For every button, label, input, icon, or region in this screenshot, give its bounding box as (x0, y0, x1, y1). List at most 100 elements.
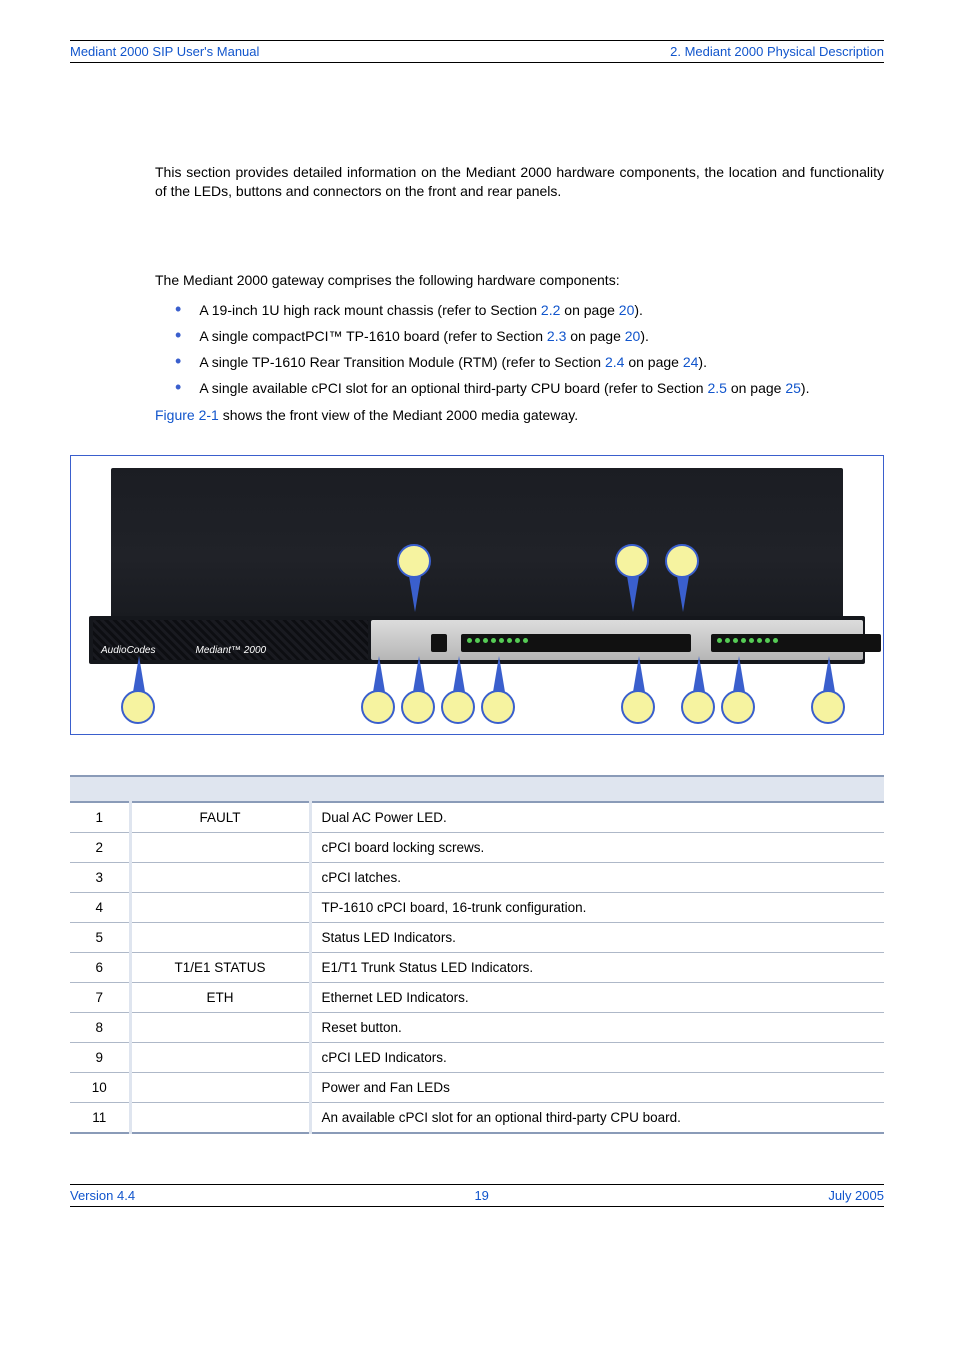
figure-reference: Figure 2-1 shows the front view of the M… (155, 406, 884, 425)
callout-marker-icon (397, 544, 431, 578)
row-num: 6 (70, 952, 130, 982)
table-header (310, 776, 884, 802)
callout-marker-icon (811, 690, 845, 724)
bullet-text: A single available cPCI slot for an opti… (199, 380, 809, 396)
callout-arrow-icon (733, 656, 745, 692)
row-num: 9 (70, 1042, 130, 1072)
table-row: 6T1/E1 STATUSE1/T1 Trunk Status LED Indi… (70, 952, 884, 982)
row-desc: TP-1610 cPCI board, 16-trunk configurati… (310, 892, 884, 922)
page-link[interactable]: 24 (683, 354, 699, 370)
bullet-item: • A 19-inch 1U high rack mount chassis (… (155, 302, 884, 318)
row-desc: Status LED Indicators. (310, 922, 884, 952)
bullet-item: • A single compactPCI™ TP-1610 board (re… (155, 328, 884, 344)
figure-link[interactable]: Figure 2-1 (155, 407, 219, 423)
row-label (130, 892, 310, 922)
bullet-text: A 19-inch 1U high rack mount chassis (re… (199, 302, 643, 318)
bullet-item: • A single available cPCI slot for an op… (155, 380, 884, 396)
row-label: T1/E1 STATUS (130, 952, 310, 982)
table-row: 11 An available cPCI slot for an optional… (70, 1102, 884, 1133)
callout-marker-icon (681, 690, 715, 724)
row-desc: Dual AC Power LED. (310, 802, 884, 833)
callout-arrow-icon (373, 656, 385, 692)
footer-center: 19 (474, 1188, 488, 1203)
component-table: 1FAULTDual AC Power LED. 2 cPCI board loc… (70, 775, 884, 1134)
row-label: ETH (130, 982, 310, 1012)
row-num: 3 (70, 862, 130, 892)
bullet-item: • A single TP-1610 Rear Transition Modul… (155, 354, 884, 370)
table-row: 3 cPCI latches. (70, 862, 884, 892)
bullet-icon: • (175, 380, 181, 394)
table-row: 4 TP-1610 cPCI board, 16-trunk configurat… (70, 892, 884, 922)
row-desc: cPCI LED Indicators. (310, 1042, 884, 1072)
panel-segment (461, 634, 691, 652)
table-row: 7ETHEthernet LED Indicators. (70, 982, 884, 1012)
header-left: Mediant 2000 SIP User's Manual (70, 44, 259, 59)
callout-arrow-icon (133, 656, 145, 692)
led-row-icon (717, 638, 778, 643)
page-header: Mediant 2000 SIP User's Manual 2. Median… (70, 40, 884, 63)
row-num: 4 (70, 892, 130, 922)
row-label: FAULT (130, 802, 310, 833)
page-link[interactable]: 20 (619, 302, 635, 318)
section-link[interactable]: 2.2 (541, 302, 560, 318)
row-num: 11 (70, 1102, 130, 1133)
panel-segment (711, 634, 881, 652)
bullet-text: A single compactPCI™ TP-1610 board (refe… (199, 328, 649, 344)
table-row: 2 cPCI board locking screws. (70, 832, 884, 862)
row-desc: cPCI board locking screws. (310, 832, 884, 862)
section-link[interactable]: 2.5 (707, 380, 726, 396)
header-right: 2. Mediant 2000 Physical Description (670, 44, 884, 59)
callout-arrow-icon (409, 576, 421, 612)
row-label (130, 832, 310, 862)
row-desc: An available cPCI slot for an optional t… (310, 1102, 884, 1133)
row-num: 7 (70, 982, 130, 1012)
callout-arrow-icon (453, 656, 465, 692)
overview-lead: The Mediant 2000 gateway comprises the f… (155, 271, 884, 290)
row-num: 5 (70, 922, 130, 952)
bullet-icon: • (175, 354, 181, 368)
bullet-icon: • (175, 328, 181, 342)
table-row: 10 Power and Fan LEDs (70, 1072, 884, 1102)
callout-arrow-icon (823, 656, 835, 692)
row-desc: Reset button. (310, 1012, 884, 1042)
row-label (130, 1012, 310, 1042)
callout-marker-icon (665, 544, 699, 578)
row-label (130, 1042, 310, 1072)
section-link[interactable]: 2.4 (605, 354, 624, 370)
callout-marker-icon (441, 690, 475, 724)
table-header-row (70, 776, 884, 802)
row-desc: cPCI latches. (310, 862, 884, 892)
callout-arrow-icon (627, 576, 639, 612)
callout-marker-icon (121, 690, 155, 724)
table-header (130, 776, 310, 802)
callout-marker-icon (361, 690, 395, 724)
page-footer: Version 4.4 19 July 2005 (70, 1184, 884, 1207)
callout-marker-icon (621, 690, 655, 724)
row-num: 10 (70, 1072, 130, 1102)
section-link[interactable]: 2.3 (547, 328, 566, 344)
row-desc: Power and Fan LEDs (310, 1072, 884, 1102)
table-header (70, 776, 130, 802)
table-row: 8Reset button. (70, 1012, 884, 1042)
device-module-panel (371, 620, 863, 660)
callout-marker-icon (481, 690, 515, 724)
page-link[interactable]: 25 (785, 380, 801, 396)
callout-arrow-icon (413, 656, 425, 692)
page-link[interactable]: 20 (625, 328, 641, 344)
callout-marker-icon (615, 544, 649, 578)
row-label (130, 922, 310, 952)
callout-marker-icon (401, 690, 435, 724)
callout-arrow-icon (633, 656, 645, 692)
bullet-text: A single TP-1610 Rear Transition Module … (199, 354, 707, 370)
table-row: 1FAULTDual AC Power LED. (70, 802, 884, 833)
footer-left: Version 4.4 (70, 1188, 135, 1203)
table-row: 5 Status LED Indicators. (70, 922, 884, 952)
led-row-icon (467, 638, 528, 643)
callout-marker-icon (721, 690, 755, 724)
row-num: 2 (70, 832, 130, 862)
callout-arrow-icon (493, 656, 505, 692)
callout-arrow-icon (677, 576, 689, 612)
figure-front-view: AudioCodes Mediant™ 2000 (70, 455, 884, 735)
row-label (130, 1072, 310, 1102)
intro-paragraph: This section provides detailed informati… (155, 163, 884, 201)
